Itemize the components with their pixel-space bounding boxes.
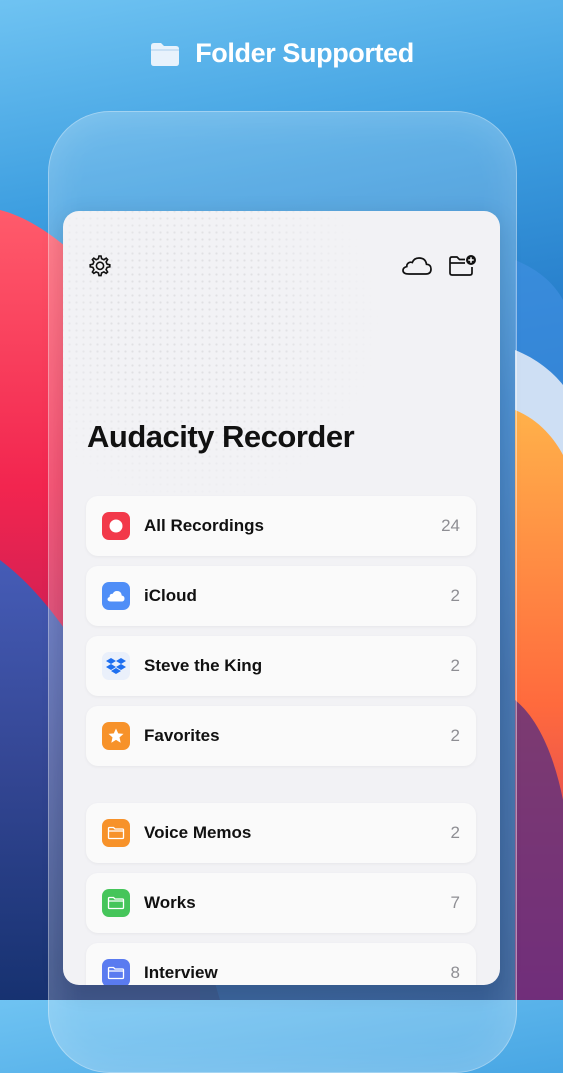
list-item-label: All Recordings xyxy=(144,516,264,535)
folder-icon xyxy=(102,819,130,847)
list-item-count: 2 xyxy=(450,586,460,605)
list-item-voice-memos[interactable]: Voice Memos 2 xyxy=(86,803,476,863)
list-item-all-recordings[interactable]: All Recordings 24 xyxy=(86,496,476,556)
list-item-label: Voice Memos xyxy=(144,823,252,842)
headline: Folder Supported xyxy=(0,38,563,69)
star-icon xyxy=(102,722,130,750)
cloud-icon[interactable] xyxy=(400,251,434,281)
list-item-count: 8 xyxy=(450,963,460,982)
list-item-favorites[interactable]: Favorites 2 xyxy=(86,706,476,766)
list-item-count: 2 xyxy=(450,823,460,842)
headline-text: Folder Supported xyxy=(195,38,414,68)
list-item-icloud[interactable]: iCloud 2 xyxy=(86,566,476,626)
cloud-icon xyxy=(102,582,130,610)
folder-icon xyxy=(102,959,130,985)
list-item-dropbox[interactable]: Steve the King 2 xyxy=(86,636,476,696)
list-item-label: Favorites xyxy=(144,726,220,745)
app-screen: Audacity Recorder All Recordings 24 iClo… xyxy=(63,211,500,985)
list-item-count: 24 xyxy=(441,516,460,535)
list-item-count: 2 xyxy=(450,726,460,745)
record-icon xyxy=(102,512,130,540)
folder-icon xyxy=(149,41,181,67)
list-item-label: Steve the King xyxy=(144,656,263,675)
folder-add-icon[interactable] xyxy=(446,251,478,281)
list-item-count: 7 xyxy=(450,893,460,912)
folder-icon xyxy=(102,889,130,917)
page-title: Audacity Recorder xyxy=(87,419,355,454)
list-item-works[interactable]: Works 7 xyxy=(86,873,476,933)
list-item-count: 2 xyxy=(450,656,460,675)
list-item-label: Interview xyxy=(144,963,218,982)
dropbox-icon xyxy=(102,652,130,680)
list-item-interview[interactable]: Interview 8 xyxy=(86,943,476,985)
gear-icon[interactable] xyxy=(85,251,115,281)
list-item-label: iCloud xyxy=(144,586,197,605)
list-item-label: Works xyxy=(144,893,196,912)
